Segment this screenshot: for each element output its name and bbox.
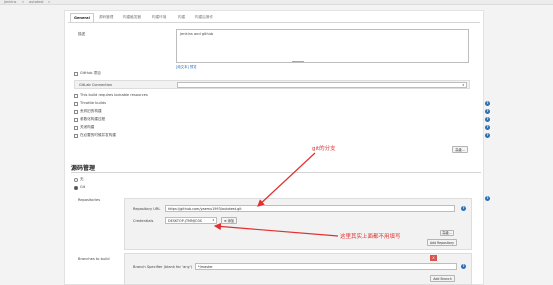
arrow-to-credentials [213,222,339,237]
annotation-arrows [213,152,339,237]
arrow-to-url [257,152,316,207]
